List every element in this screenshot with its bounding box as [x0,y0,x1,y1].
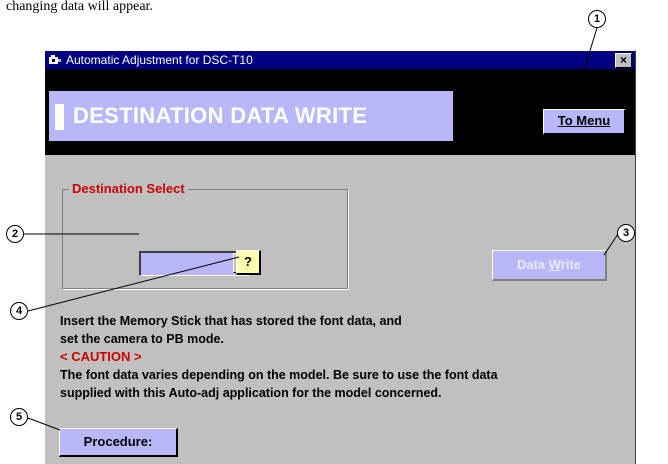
procedure-button[interactable]: Procedure: [59,428,178,457]
to-menu-label: To Menu [557,113,611,128]
callout-marker-1: 1 [588,10,606,28]
app-window: Automatic Adjustment for DSC-T10 × DESTI… [44,50,636,464]
document-caption: changing data will appear. [6,0,153,14]
callout-marker-4: 4 [10,302,28,320]
data-write-button[interactable]: Data Write [492,250,607,281]
close-button[interactable]: × [615,53,632,68]
page-title: DESTINATION DATA WRITE [73,103,368,128]
banner-bar [55,104,64,130]
destination-dropdown[interactable] [139,251,250,276]
callout-marker-3: 3 [617,224,635,242]
window-title: Automatic Adjustment for DSC-T10 [66,53,253,67]
instruction-line-2: set the camera to PB mode. [60,332,224,346]
data-write-label-post: rite [560,257,582,272]
title-bar: Automatic Adjustment for DSC-T10 × [45,51,635,69]
help-button[interactable]: ? [236,250,261,275]
to-menu-button[interactable]: To Menu [543,109,626,135]
caution-heading: < CAUTION > [60,349,142,364]
destination-select-label: Destination Select [69,181,188,196]
caution-line-1: The font data varies depending on the mo… [60,368,498,382]
title-banner: DESTINATION DATA WRITE [49,91,453,141]
instruction-line-1: Insert the Memory Stick that has stored … [60,314,402,328]
data-write-label-pre: Data [516,257,549,272]
header-band: DESTINATION DATA WRITE To Menu [45,69,635,155]
camera-app-icon [49,55,61,64]
callout-marker-5: 5 [10,408,28,426]
data-write-label-mnemonic: W [548,257,561,272]
callout-marker-2: 2 [6,225,24,243]
caution-line-2: supplied with this Auto-adj application … [60,386,442,400]
